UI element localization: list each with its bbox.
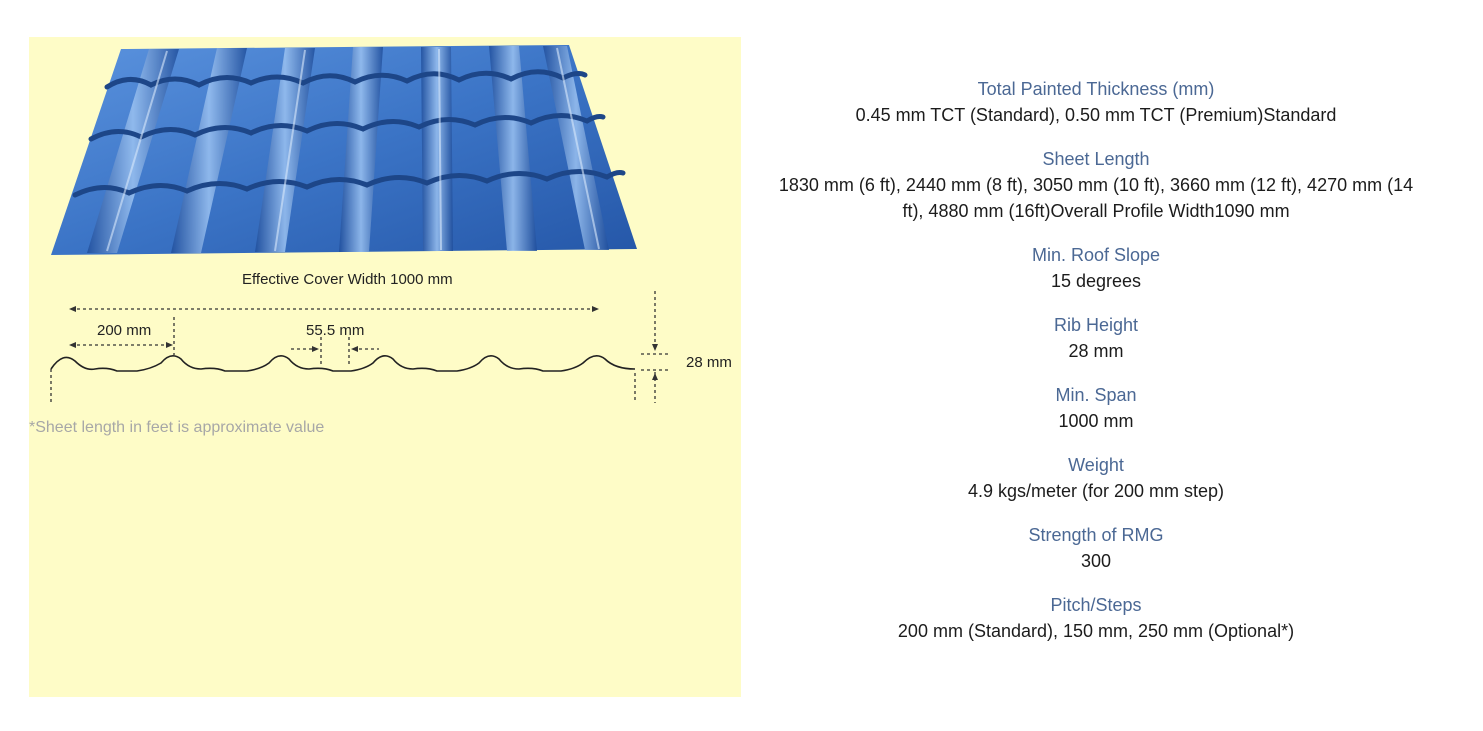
- product-panel: Effective Cover Width 1000 mm 200 mm 55.…: [29, 37, 741, 697]
- height-label: 28 mm: [686, 354, 732, 371]
- spec-thickness: Total Painted Thickness (mm) 0.45 mm TCT…: [778, 76, 1414, 128]
- roofing-sheet-image: [51, 45, 637, 255]
- spec-value: 4.9 kgs/meter (for 200 mm step): [967, 481, 1225, 501]
- spec-label: Rib Height: [1053, 315, 1139, 335]
- spec-value: 1830 mm (6 ft), 2440 mm (8 ft), 3050 mm …: [778, 175, 1414, 221]
- spec-label: Weight: [1068, 455, 1124, 475]
- spec-strength: Strength of RMG 300: [778, 522, 1414, 574]
- profile-cross-section: [50, 355, 636, 372]
- spec-rib-height: Rib Height 28 mm: [778, 312, 1414, 364]
- spec-label: Min. Span: [1055, 385, 1137, 405]
- spec-weight: Weight 4.9 kgs/meter (for 200 mm step): [778, 452, 1414, 504]
- spec-value: 1000 mm: [1058, 411, 1134, 431]
- spec-value: 300: [1080, 551, 1112, 571]
- spec-min-span: Min. Span 1000 mm: [778, 382, 1414, 434]
- dimension-lines: [50, 291, 669, 403]
- gap-label: 55.5 mm: [306, 322, 364, 339]
- roofing-sheet-diagram: Effective Cover Width 1000 mm 200 mm 55.…: [50, 45, 732, 403]
- spec-label: Min. Roof Slope: [1031, 245, 1161, 265]
- spec-roof-slope: Min. Roof Slope 15 degrees: [778, 242, 1414, 294]
- cover-width-label: Effective Cover Width 1000 mm: [242, 271, 453, 288]
- pitch-label: 200 mm: [97, 322, 151, 339]
- spec-value: 0.45 mm TCT (Standard), 0.50 mm TCT (Pre…: [855, 105, 1337, 125]
- spec-value: 28 mm: [1068, 341, 1124, 361]
- spec-pitch-steps: Pitch/Steps 200 mm (Standard), 150 mm, 2…: [778, 592, 1414, 644]
- spec-value: 15 degrees: [1050, 271, 1142, 291]
- spec-label: Pitch/Steps: [1050, 595, 1142, 615]
- spec-label: Strength of RMG: [1028, 525, 1164, 545]
- spec-sheet-length: Sheet Length 1830 mm (6 ft), 2440 mm (8 …: [778, 146, 1414, 224]
- spec-label: Sheet Length: [1042, 149, 1150, 169]
- footnote: *Sheet length in feet is approximate val…: [29, 419, 325, 436]
- spec-label: Total Painted Thickness (mm): [977, 79, 1215, 99]
- specifications-list: Total Painted Thickness (mm) 0.45 mm TCT…: [778, 76, 1414, 662]
- spec-value: 200 mm (Standard), 150 mm, 250 mm (Optio…: [897, 621, 1295, 641]
